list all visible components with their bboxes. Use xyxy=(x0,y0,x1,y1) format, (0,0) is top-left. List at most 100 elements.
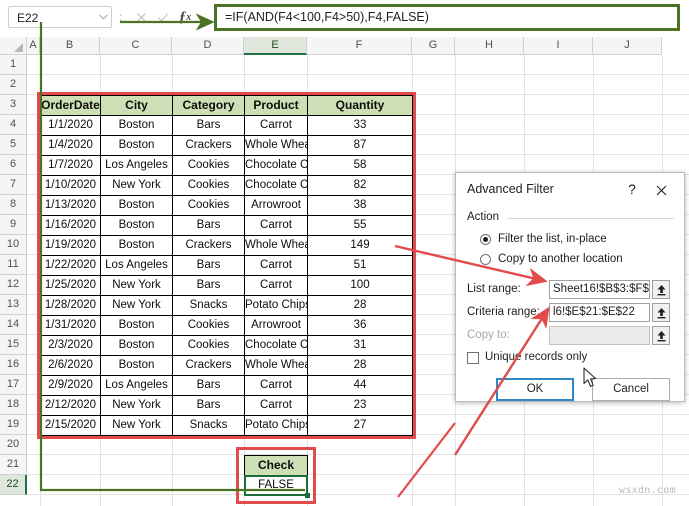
row-header-11[interactable]: 11 xyxy=(0,255,27,275)
table-cell[interactable]: New York xyxy=(100,415,173,436)
table-cell[interactable]: 58 xyxy=(307,155,413,176)
column-header-I[interactable]: I xyxy=(524,37,593,55)
table-cell[interactable]: Potato Chips xyxy=(244,415,308,436)
table-cell[interactable]: Bars xyxy=(172,395,245,416)
column-header-D[interactable]: D xyxy=(172,37,244,55)
column-header-E[interactable]: E xyxy=(244,37,307,55)
table-cell[interactable]: 1/31/2020 xyxy=(40,315,101,336)
table-cell[interactable]: Los Angeles xyxy=(100,375,173,396)
row-header-5[interactable]: 5 xyxy=(0,135,27,155)
radio-button-icon[interactable] xyxy=(480,254,491,265)
table-cell[interactable]: Bars xyxy=(172,215,245,236)
table-cell[interactable]: 51 xyxy=(307,255,413,276)
table-cell[interactable]: Potato Chips xyxy=(244,295,308,316)
active-cell-indicator[interactable] xyxy=(244,475,308,496)
table-cell[interactable]: Boston xyxy=(100,355,173,376)
formula-input[interactable]: =IF(AND(F4<100,F4>50),F4,FALSE) xyxy=(214,4,680,31)
table-cell[interactable]: 1/19/2020 xyxy=(40,235,101,256)
table-cell[interactable]: 28 xyxy=(307,355,413,376)
table-cell[interactable]: Boston xyxy=(100,215,173,236)
table-cell[interactable]: Cookies xyxy=(172,335,245,356)
table-cell[interactable]: Chocolate Chip xyxy=(244,175,308,196)
row-header-4[interactable]: 4 xyxy=(0,115,27,135)
table-cell[interactable]: 38 xyxy=(307,195,413,216)
table-cell[interactable]: Los Angeles xyxy=(100,155,173,176)
table-cell[interactable]: Cookies xyxy=(172,195,245,216)
table-cell[interactable]: Boston xyxy=(100,315,173,336)
row-header-12[interactable]: 12 xyxy=(0,275,27,295)
table-cell[interactable]: Arrowroot xyxy=(244,195,308,216)
table-cell[interactable]: 1/16/2020 xyxy=(40,215,101,236)
list-range-input[interactable]: Sheet16!$B$3:$F$19 xyxy=(549,280,650,299)
fill-handle[interactable] xyxy=(305,493,310,498)
checkbox-icon[interactable] xyxy=(467,352,479,364)
table-cell[interactable]: 2/6/2020 xyxy=(40,355,101,376)
table-cell[interactable]: 1/25/2020 xyxy=(40,275,101,296)
table-cell[interactable]: New York xyxy=(100,175,173,196)
enter-check-icon[interactable] xyxy=(152,6,174,28)
table-cell[interactable]: Boston xyxy=(100,335,173,356)
table-cell[interactable]: 1/7/2020 xyxy=(40,155,101,176)
table-cell[interactable]: 1/22/2020 xyxy=(40,255,101,276)
row-header-14[interactable]: 14 xyxy=(0,315,27,335)
row-header-21[interactable]: 21 xyxy=(0,455,27,475)
table-cell[interactable]: Boston xyxy=(100,135,173,156)
table-cell[interactable]: 27 xyxy=(307,415,413,436)
table-cell[interactable]: Whole Wheat xyxy=(244,135,308,156)
table-cell[interactable]: Chocolate Chip xyxy=(244,335,308,356)
table-cell[interactable]: Snacks xyxy=(172,295,245,316)
table-cell[interactable]: Carrot xyxy=(244,215,308,236)
ok-button[interactable]: OK xyxy=(496,378,574,401)
column-header-H[interactable]: H xyxy=(455,37,524,55)
table-cell[interactable]: Carrot xyxy=(244,115,308,136)
table-cell[interactable]: Boston xyxy=(100,235,173,256)
table-cell[interactable]: Bars xyxy=(172,255,245,276)
table-cell[interactable]: Los Angeles xyxy=(100,255,173,276)
table-cell[interactable]: Whole Wheat xyxy=(244,235,308,256)
table-header-cell[interactable]: City xyxy=(100,95,173,116)
row-header-8[interactable]: 8 xyxy=(0,195,27,215)
row-header-18[interactable]: 18 xyxy=(0,395,27,415)
range-picker-icon[interactable] xyxy=(652,326,670,345)
table-cell[interactable]: Carrot xyxy=(244,395,308,416)
table-cell[interactable]: 149 xyxy=(307,235,413,256)
table-cell[interactable]: Arrowroot xyxy=(244,315,308,336)
table-cell[interactable]: 33 xyxy=(307,115,413,136)
table-header-cell[interactable]: OrderDate xyxy=(40,95,101,116)
row-header-1[interactable]: 1 xyxy=(0,55,27,75)
radio-button-selected-icon[interactable] xyxy=(480,234,491,245)
table-cell[interactable]: 1/1/2020 xyxy=(40,115,101,136)
table-cell[interactable]: Boston xyxy=(100,195,173,216)
table-cell[interactable]: 100 xyxy=(307,275,413,296)
table-cell[interactable]: 2/3/2020 xyxy=(40,335,101,356)
table-cell[interactable]: Cookies xyxy=(172,155,245,176)
close-x-icon[interactable] xyxy=(650,180,672,200)
table-cell[interactable]: New York xyxy=(100,395,173,416)
table-cell[interactable]: New York xyxy=(100,275,173,296)
row-header-19[interactable]: 19 xyxy=(0,415,27,435)
cancel-x-icon[interactable] xyxy=(130,6,152,28)
table-cell[interactable]: Snacks xyxy=(172,415,245,436)
table-cell[interactable]: Cookies xyxy=(172,315,245,336)
row-header-3[interactable]: 3 xyxy=(0,95,27,115)
row-header-6[interactable]: 6 xyxy=(0,155,27,175)
table-cell[interactable]: Bars xyxy=(172,375,245,396)
table-cell[interactable]: 2/12/2020 xyxy=(40,395,101,416)
table-cell[interactable]: Carrot xyxy=(244,375,308,396)
table-cell[interactable]: 44 xyxy=(307,375,413,396)
criteria-header-cell[interactable]: Check xyxy=(244,455,308,476)
table-cell[interactable]: 87 xyxy=(307,135,413,156)
row-header-7[interactable]: 7 xyxy=(0,175,27,195)
range-picker-icon[interactable] xyxy=(652,280,670,299)
table-cell[interactable]: 2/15/2020 xyxy=(40,415,101,436)
advanced-filter-dialog[interactable]: Advanced Filter ? Action Filter the list… xyxy=(455,172,685,402)
row-header-13[interactable]: 13 xyxy=(0,295,27,315)
row-header-10[interactable]: 10 xyxy=(0,235,27,255)
row-header-9[interactable]: 9 xyxy=(0,215,27,235)
table-cell[interactable]: Cookies xyxy=(172,175,245,196)
table-cell[interactable]: 28 xyxy=(307,295,413,316)
chevron-down-icon[interactable] xyxy=(96,6,110,28)
range-picker-icon[interactable] xyxy=(652,303,670,322)
table-cell[interactable]: 82 xyxy=(307,175,413,196)
row-header-22[interactable]: 22 xyxy=(0,475,27,495)
